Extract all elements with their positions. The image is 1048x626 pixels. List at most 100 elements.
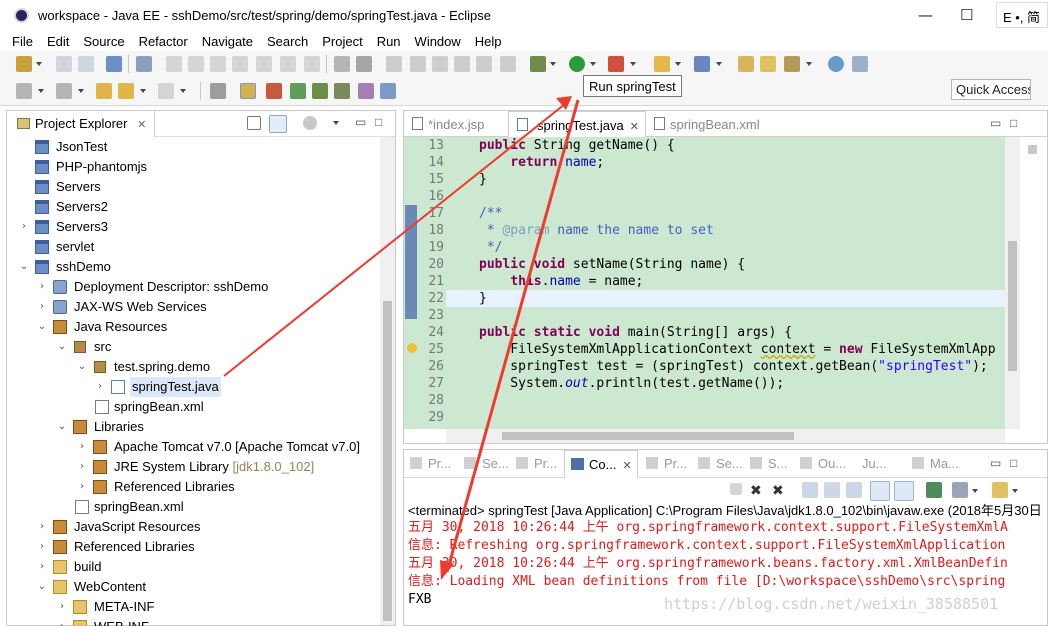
back-icon[interactable] xyxy=(118,83,134,99)
ant-icon[interactable] xyxy=(266,83,282,99)
server-icon[interactable] xyxy=(356,56,372,72)
chevron-down-icon[interactable] xyxy=(1012,489,1018,493)
scrollbar-thumb[interactable] xyxy=(502,432,794,440)
maximize-view-icon[interactable]: □ xyxy=(1010,456,1017,470)
previous-annotation-icon[interactable] xyxy=(56,83,72,99)
menu-search[interactable]: Search xyxy=(267,34,308,49)
new-icon[interactable] xyxy=(16,56,32,72)
menu-edit[interactable]: Edit xyxy=(47,34,69,49)
minimize-button[interactable]: — xyxy=(918,6,933,24)
tab-markers[interactable]: Ma... xyxy=(912,456,959,471)
scrollbar-thumb[interactable] xyxy=(383,301,392,621)
tab-snippets[interactable]: S... xyxy=(750,456,788,471)
tab-index-jsp[interactable]: *index.jsp xyxy=(410,111,484,137)
toolbar-tool-icon[interactable] xyxy=(454,56,470,72)
last-edit-location-icon[interactable] xyxy=(96,83,112,99)
chevron-down-icon[interactable]: ⌄ xyxy=(57,337,67,357)
debug-icon[interactable] xyxy=(530,56,546,72)
toolbar-tool-icon[interactable] xyxy=(410,56,426,72)
globe-icon[interactable] xyxy=(828,56,844,72)
quick-access-field[interactable]: Quick Access xyxy=(951,79,1031,100)
chevron-down-icon[interactable] xyxy=(78,89,84,93)
scrollbar-thumb[interactable] xyxy=(1008,241,1017,371)
chevron-right-icon[interactable]: › xyxy=(37,557,47,577)
skip-breakpoints-icon[interactable] xyxy=(136,56,152,72)
maximize-view-icon[interactable]: □ xyxy=(1010,116,1017,130)
tab-problems[interactable]: Pr... xyxy=(410,456,451,471)
tab-project-explorer[interactable]: Project Explorer ✕ xyxy=(7,111,156,137)
chevron-right-icon[interactable]: › xyxy=(77,477,87,497)
save-all-icon[interactable] xyxy=(78,56,94,72)
remove-all-launches-icon[interactable]: ✖ xyxy=(772,482,788,498)
tab-junit[interactable]: Ju... xyxy=(862,456,887,471)
use-step-filters-icon[interactable] xyxy=(334,56,350,72)
horizontal-scrollbar[interactable] xyxy=(446,429,1005,443)
minimize-view-icon[interactable]: ▭ xyxy=(990,456,1001,470)
forward-icon[interactable] xyxy=(158,83,174,99)
focus-icon[interactable] xyxy=(303,116,317,130)
save-icon[interactable] xyxy=(56,56,72,72)
toggle-mark-occurrences-icon[interactable] xyxy=(240,83,256,99)
chevron-down-icon[interactable] xyxy=(36,62,42,66)
terminate-icon[interactable] xyxy=(210,56,226,72)
menu-file[interactable]: File xyxy=(12,34,33,49)
show-on-stdout-icon[interactable] xyxy=(870,481,890,501)
chevron-down-icon[interactable]: ⌄ xyxy=(37,577,47,597)
chevron-down-icon[interactable] xyxy=(716,62,722,66)
chevron-down-icon[interactable] xyxy=(180,89,186,93)
tab-servers[interactable]: Se... xyxy=(464,456,509,471)
browser-icon[interactable] xyxy=(852,56,868,72)
bug-icon[interactable] xyxy=(312,83,328,99)
word-wrap-icon[interactable] xyxy=(846,482,862,498)
chevron-down-icon[interactable]: ⌄ xyxy=(77,357,87,377)
menu-source[interactable]: Source xyxy=(83,34,124,49)
console-icon[interactable] xyxy=(106,56,122,72)
chevron-right-icon[interactable]: › xyxy=(57,617,67,626)
show-on-stderr-icon[interactable] xyxy=(894,481,914,501)
display-console-icon[interactable] xyxy=(952,482,968,498)
toolbar-tool-icon[interactable] xyxy=(500,56,516,72)
chevron-down-icon[interactable]: ⌄ xyxy=(19,257,29,277)
chevron-right-icon[interactable]: › xyxy=(57,597,67,617)
maximize-view-icon[interactable]: □ xyxy=(375,115,382,129)
code-editor[interactable]: 13 14 15 16 17 18 19 20 21 22 23 24 25 2… xyxy=(404,137,1047,429)
open-type-icon[interactable] xyxy=(738,56,754,72)
task-icon[interactable] xyxy=(290,83,306,99)
step-into-icon[interactable] xyxy=(256,56,272,72)
external-tools-icon[interactable] xyxy=(608,56,624,72)
tab-progress[interactable]: Pr... xyxy=(646,456,687,471)
chevron-down-icon[interactable] xyxy=(972,489,978,493)
menu-help[interactable]: Help xyxy=(475,34,502,49)
tab-springtest-java[interactable]: springTest.java ✕ xyxy=(508,111,646,137)
remove-launch-icon[interactable]: ✖ xyxy=(750,482,766,498)
minimize-view-icon[interactable]: ▭ xyxy=(990,116,1001,130)
tab-springbean-xml[interactable]: springBean.xml xyxy=(652,111,760,137)
toolbar-tool-icon[interactable] xyxy=(476,56,492,72)
minimize-view-icon[interactable]: ▭ xyxy=(355,115,366,129)
profile-icon[interactable] xyxy=(334,83,350,99)
menu-navigate[interactable]: Navigate xyxy=(202,34,253,49)
chevron-down-icon[interactable] xyxy=(550,62,556,66)
disconnect-icon[interactable] xyxy=(232,56,248,72)
chevron-down-icon[interactable] xyxy=(675,62,681,66)
collapse-all-icon[interactable] xyxy=(247,116,261,130)
step-over-icon[interactable] xyxy=(280,56,296,72)
copy-icon[interactable] xyxy=(380,83,396,99)
run-button[interactable] xyxy=(569,56,585,72)
maximize-button[interactable]: ☐ xyxy=(960,6,973,24)
chevron-right-icon[interactable]: › xyxy=(77,437,87,457)
paint-icon[interactable] xyxy=(358,83,374,99)
next-annotation-icon[interactable] xyxy=(16,83,32,99)
chevron-down-icon[interactable] xyxy=(806,62,812,66)
link-with-editor-icon[interactable] xyxy=(269,115,287,133)
chevron-down-icon[interactable] xyxy=(140,89,146,93)
new-class-icon[interactable] xyxy=(694,56,710,72)
pin-console-icon[interactable] xyxy=(926,482,942,498)
chevron-right-icon[interactable]: › xyxy=(77,457,87,477)
resume-icon[interactable] xyxy=(166,56,182,72)
tab-properties[interactable]: Pr... xyxy=(516,456,557,471)
toolbar-tool-icon[interactable] xyxy=(386,56,402,72)
tab-search[interactable]: Se... xyxy=(698,456,743,471)
menu-refactor[interactable]: Refactor xyxy=(139,34,188,49)
close-icon[interactable]: ✕ xyxy=(137,119,146,131)
